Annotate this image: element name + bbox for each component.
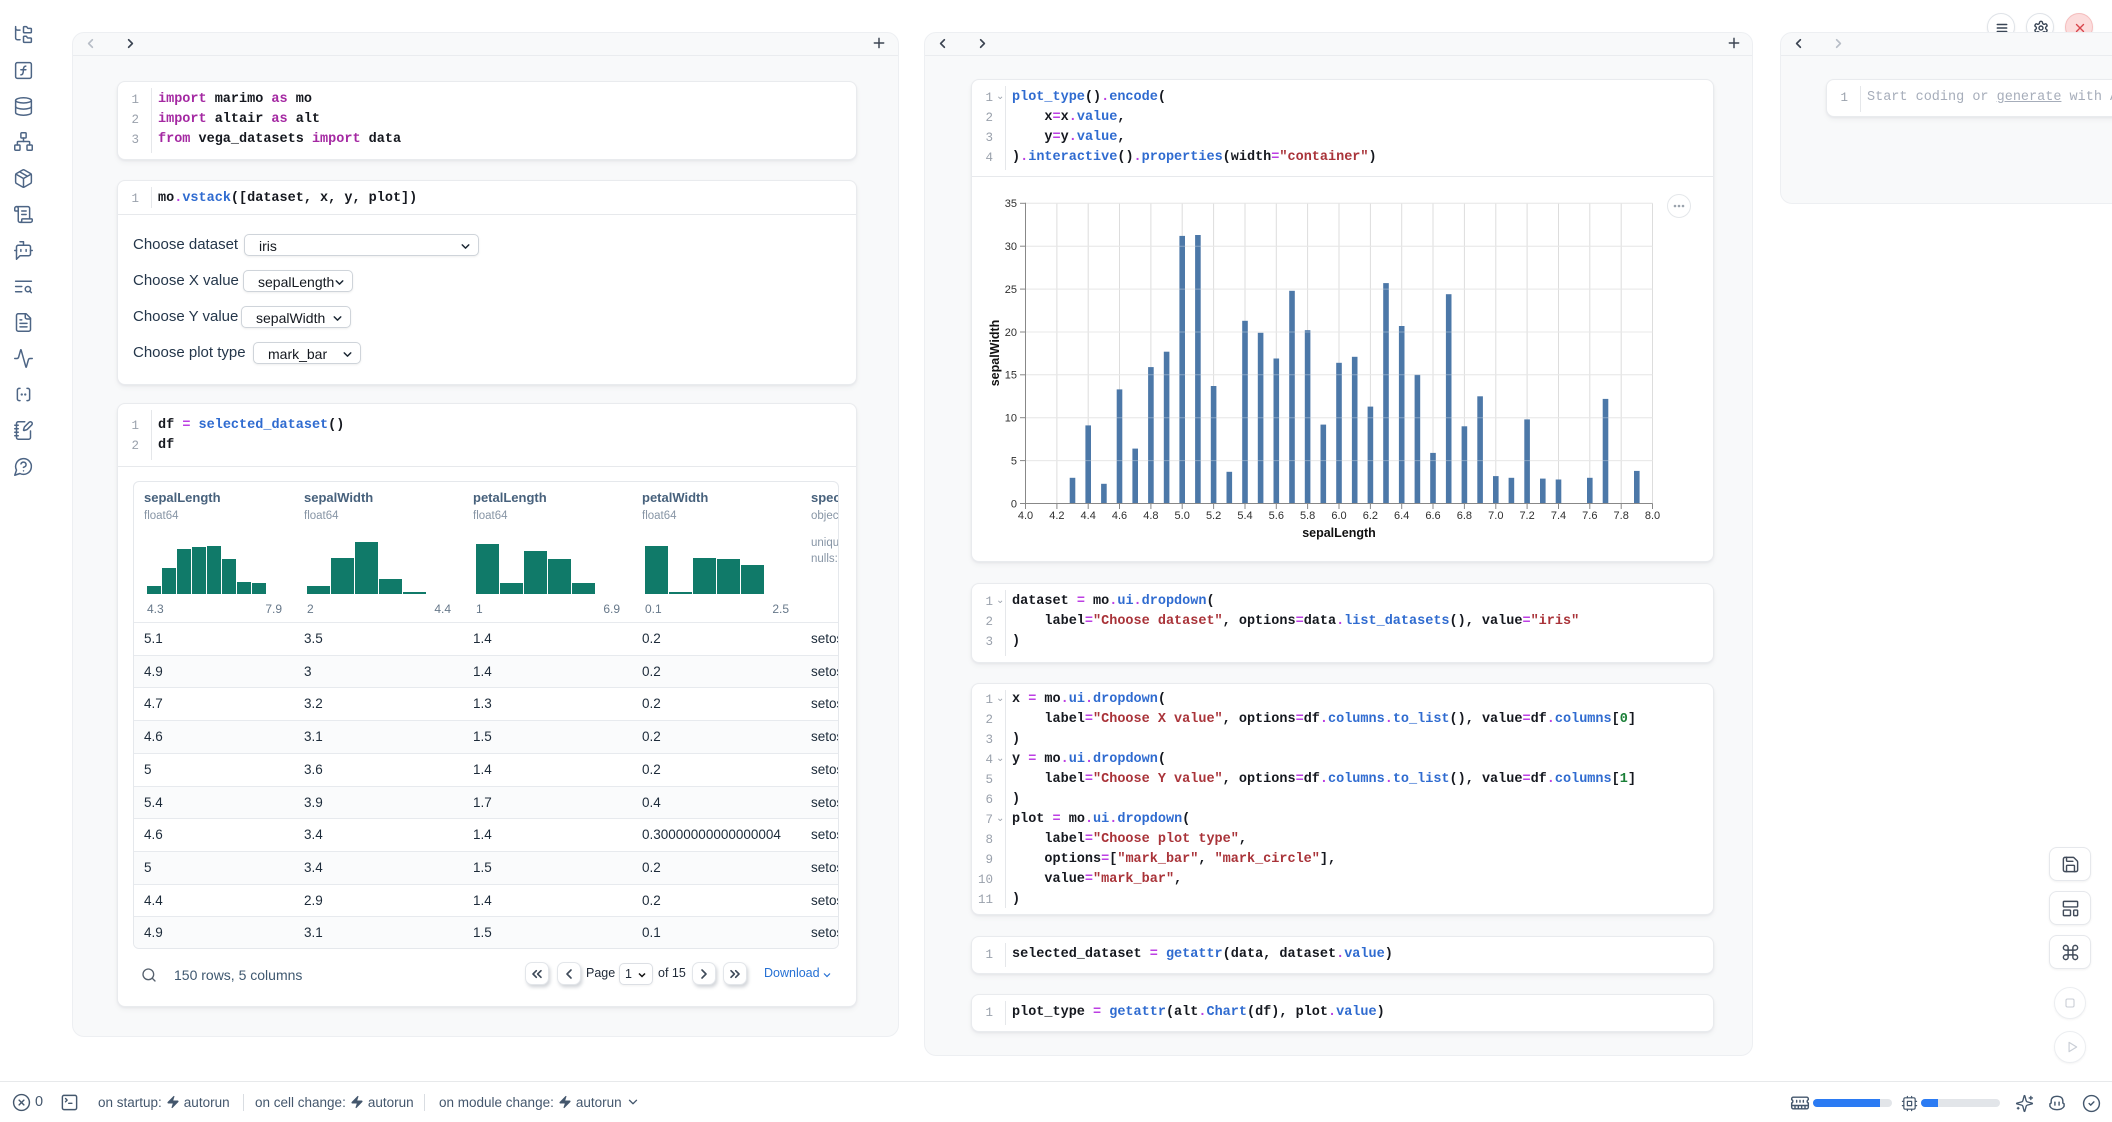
svg-text:4.4: 4.4 [1081, 510, 1096, 522]
svg-text:20: 20 [1005, 327, 1017, 339]
svg-text:8.0: 8.0 [1645, 510, 1660, 522]
svg-text:6.6: 6.6 [1425, 510, 1440, 522]
svg-text:6.4: 6.4 [1394, 510, 1409, 522]
svg-text:sepalWidth: sepalWidth [988, 320, 1002, 387]
svg-text:6.8: 6.8 [1457, 510, 1472, 522]
svg-text:7.2: 7.2 [1519, 510, 1534, 522]
svg-text:4.2: 4.2 [1049, 510, 1064, 522]
svg-text:sepalLength: sepalLength [1302, 526, 1376, 540]
svg-text:15: 15 [1005, 370, 1017, 382]
svg-text:6.2: 6.2 [1363, 510, 1378, 522]
svg-text:10: 10 [1005, 413, 1017, 425]
svg-text:0: 0 [1011, 498, 1017, 510]
svg-text:4.8: 4.8 [1143, 510, 1158, 522]
svg-text:6.0: 6.0 [1331, 510, 1346, 522]
svg-text:7.6: 7.6 [1582, 510, 1597, 522]
svg-text:4.0: 4.0 [1018, 510, 1033, 522]
svg-text:7.8: 7.8 [1614, 510, 1629, 522]
svg-text:4.6: 4.6 [1112, 510, 1127, 522]
svg-text:5: 5 [1011, 455, 1017, 467]
svg-text:5.8: 5.8 [1300, 510, 1315, 522]
svg-text:5.0: 5.0 [1175, 510, 1190, 522]
svg-text:30: 30 [1005, 241, 1017, 253]
svg-text:7.0: 7.0 [1488, 510, 1503, 522]
svg-text:5.2: 5.2 [1206, 510, 1221, 522]
svg-text:25: 25 [1005, 284, 1017, 296]
svg-text:5.4: 5.4 [1237, 510, 1252, 522]
svg-text:35: 35 [1005, 198, 1017, 210]
svg-text:5.6: 5.6 [1269, 510, 1284, 522]
svg-text:7.4: 7.4 [1551, 510, 1566, 522]
